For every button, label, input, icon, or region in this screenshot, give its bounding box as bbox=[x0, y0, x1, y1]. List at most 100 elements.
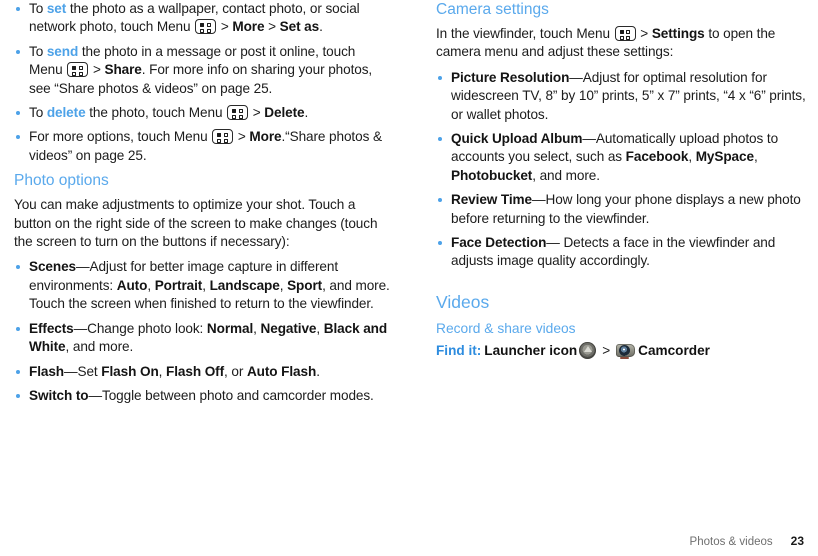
bold-term: Auto Flash bbox=[246, 363, 317, 379]
body-text: , bbox=[688, 149, 696, 165]
bold-term: More bbox=[249, 129, 282, 145]
bullet-dot-icon bbox=[438, 241, 442, 246]
bullet-review-time: Review Time—How long your phone displays… bbox=[436, 191, 814, 228]
find-it-separator: > bbox=[602, 342, 611, 358]
bullet-dot-icon bbox=[16, 49, 20, 54]
body-text: , and more. bbox=[532, 167, 600, 183]
camera-settings-intro: In the viewfinder, touch Menu > Settings… bbox=[436, 25, 814, 62]
page-footer: Photos & videos 23 bbox=[0, 534, 818, 548]
bold-term: Set as bbox=[279, 19, 320, 35]
bold-term: Effects bbox=[29, 320, 74, 336]
menu-key-icon[interactable] bbox=[227, 105, 249, 121]
highlight-term: delete bbox=[46, 105, 86, 121]
bold-term: Sport bbox=[287, 277, 323, 293]
bold-term: Normal bbox=[206, 320, 254, 336]
bullet-dot-icon bbox=[16, 326, 20, 331]
body-text: > bbox=[89, 62, 105, 78]
bullet-dot-icon bbox=[16, 265, 20, 270]
bold-term: Share bbox=[104, 62, 142, 78]
bold-term: Flash Off bbox=[166, 363, 225, 379]
body-text: In the viewfinder, touch Menu bbox=[436, 26, 614, 41]
menu-key-icon[interactable] bbox=[212, 129, 234, 145]
bold-term: Quick Upload Album bbox=[451, 131, 583, 147]
body-text: , and more. bbox=[65, 339, 134, 355]
bullet-set-photo: To set the photo as a wallpaper, contact… bbox=[14, 0, 392, 37]
body-text: , bbox=[202, 277, 210, 293]
bullet-dot-icon bbox=[16, 7, 20, 11]
bullet-dot-icon bbox=[438, 198, 442, 203]
body-text: the photo, touch Menu bbox=[85, 105, 227, 121]
find-it-row: Find it: Launcher icon > Camcorder bbox=[436, 341, 814, 361]
highlight-term: send bbox=[46, 43, 79, 59]
bold-term: Delete bbox=[264, 105, 305, 121]
bullet-dot-icon bbox=[16, 111, 20, 116]
camcorder-step-label: Camcorder bbox=[638, 342, 710, 358]
body-text: > bbox=[249, 105, 265, 121]
bold-term: Flash On bbox=[101, 363, 159, 379]
bullet-flash: Flash—Set Flash On, Flash Off, or Auto F… bbox=[14, 363, 392, 381]
bullet-quick-upload-album: Quick Upload Album—Automatically upload … bbox=[436, 130, 814, 185]
camera-settings-heading: Camera settings bbox=[436, 1, 549, 18]
body-text: —Set bbox=[64, 363, 102, 379]
bullet-face-detection: Face Detection— Detects a face in the vi… bbox=[436, 234, 814, 271]
body-text: > bbox=[636, 26, 652, 41]
menu-key-icon[interactable] bbox=[67, 62, 89, 78]
bold-term: MySpace bbox=[695, 149, 754, 165]
bold-term: Portrait bbox=[154, 277, 203, 293]
photo-options-list: Scenes—Adjust for better image capture i… bbox=[14, 258, 392, 405]
record-share-videos-subheading: Record & share videos bbox=[436, 320, 576, 336]
footer-chapter-title: Photos & videos bbox=[689, 536, 773, 548]
bullet-send-photo: To send the photo in a message or post i… bbox=[14, 43, 392, 98]
body-text: > bbox=[234, 129, 250, 145]
body-text: To bbox=[29, 43, 47, 59]
photo-actions-list: To set the photo as a wallpaper, contact… bbox=[14, 0, 392, 165]
body-text: For more options, touch Menu bbox=[29, 129, 212, 145]
body-text: —Toggle between photo and camcorder mode… bbox=[88, 387, 374, 403]
videos-heading: Videos bbox=[436, 291, 490, 312]
body-text: , bbox=[158, 363, 167, 379]
bullet-delete-photo: To delete the photo, touch Menu > Delete… bbox=[14, 104, 392, 122]
bullet-dot-icon bbox=[16, 369, 20, 374]
bullet-dot-icon bbox=[438, 75, 442, 80]
body-text: > bbox=[217, 19, 233, 35]
bullet-dot-icon bbox=[438, 137, 442, 142]
bold-term: Auto bbox=[116, 277, 148, 293]
body-text: To bbox=[29, 105, 47, 121]
menu-key-icon[interactable] bbox=[195, 19, 217, 35]
bold-term: Settings bbox=[651, 26, 705, 41]
camera-settings-list: Picture Resolution—Adjust for optimal re… bbox=[436, 69, 814, 271]
body-text: To bbox=[29, 1, 47, 16]
bullet-picture-resolution: Picture Resolution—Adjust for optimal re… bbox=[436, 69, 814, 124]
launcher-step-label: Launcher icon bbox=[484, 342, 578, 358]
bold-term: Photobucket bbox=[451, 167, 533, 183]
body-text: , or bbox=[224, 363, 247, 379]
camcorder-icon[interactable] bbox=[616, 342, 636, 359]
bullet-switch-to: Switch to—Toggle between photo and camco… bbox=[14, 387, 392, 405]
menu-key-icon[interactable] bbox=[614, 26, 636, 41]
bold-term: Facebook bbox=[625, 149, 689, 165]
bullet-dot-icon bbox=[16, 135, 20, 140]
photo-options-intro: You can make adjustments to optimize you… bbox=[14, 197, 378, 250]
bold-term: More bbox=[232, 19, 265, 35]
body-text: . bbox=[316, 363, 320, 379]
bullet-dot-icon bbox=[16, 393, 20, 398]
bullet-more-options: For more options, touch Menu > More.“Sha… bbox=[14, 128, 392, 165]
footer-page-number: 23 bbox=[790, 534, 804, 548]
bold-term: Face Detection bbox=[451, 235, 547, 251]
body-text: —Change photo look: bbox=[73, 320, 207, 336]
body-text: > bbox=[264, 19, 280, 35]
bold-term: Scenes bbox=[29, 259, 77, 275]
find-it-label: Find it: bbox=[436, 342, 482, 358]
photo-options-heading: Photo options bbox=[14, 172, 109, 190]
body-text: , bbox=[147, 277, 155, 293]
bold-term: Switch to bbox=[29, 387, 89, 403]
bold-term: Negative bbox=[260, 320, 317, 336]
bold-term: Review Time bbox=[451, 192, 533, 208]
highlight-term: set bbox=[46, 1, 67, 16]
body-text: . bbox=[304, 105, 309, 121]
bold-term: Picture Resolution bbox=[451, 69, 570, 85]
body-text: , bbox=[316, 320, 324, 336]
bullet-effects: Effects—Change photo look: Normal, Negat… bbox=[14, 320, 392, 357]
bold-term: Flash bbox=[29, 363, 65, 379]
launcher-icon[interactable] bbox=[579, 341, 597, 359]
